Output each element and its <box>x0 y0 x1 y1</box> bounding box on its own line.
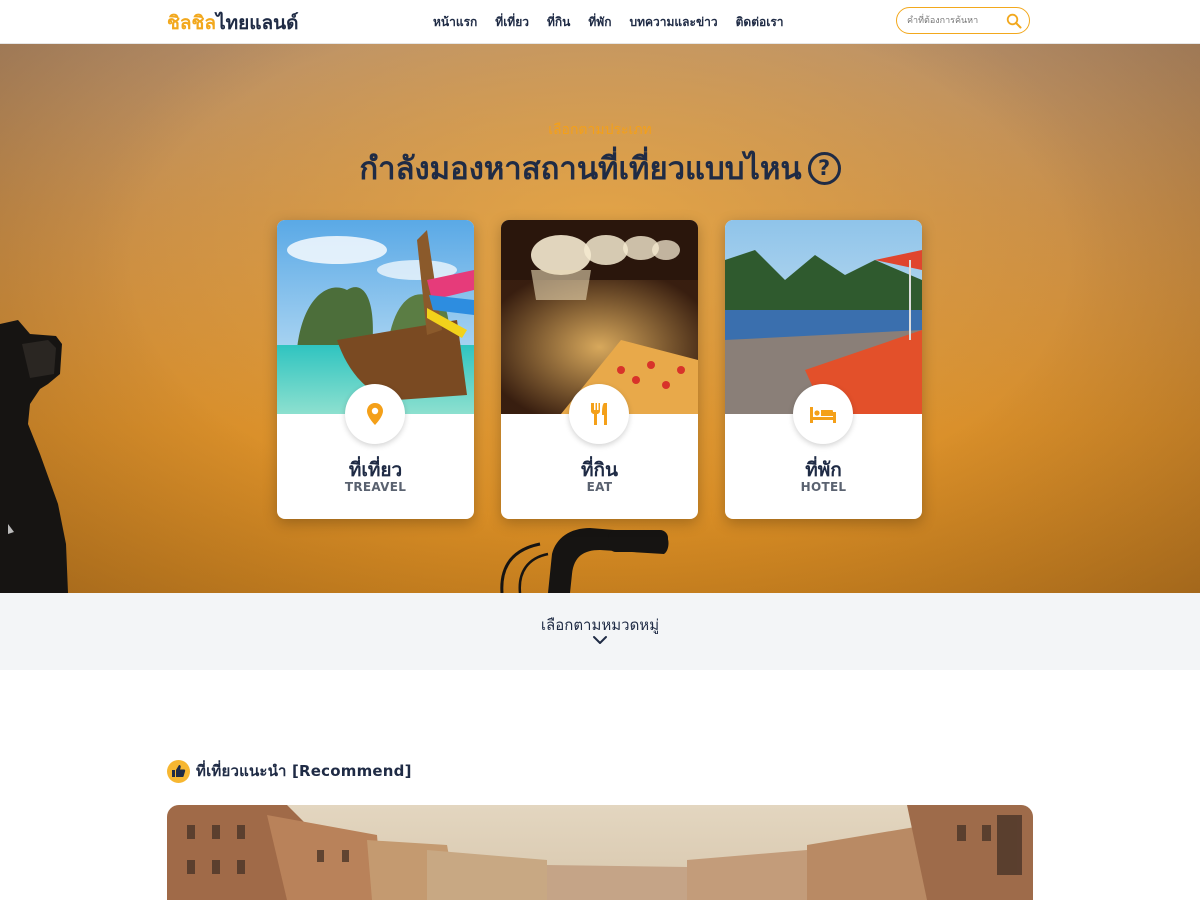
recommend-hero-image[interactable] <box>167 805 1033 900</box>
map-pin-icon <box>367 403 383 425</box>
search-icon[interactable] <box>1006 13 1022 29</box>
nav-hotel[interactable]: ที่พัก <box>588 13 611 32</box>
card-subtitle: EAT <box>586 480 613 494</box>
chevron-down-icon[interactable] <box>592 635 608 645</box>
search-input[interactable] <box>907 12 1007 30</box>
top-header: ชิลชิลไทยแลนด์ หน้าแรก ที่เที่ยว ที่กิน … <box>0 0 1200 44</box>
thumbs-up-badge <box>167 759 190 783</box>
nav-home[interactable]: หน้าแรก <box>433 13 477 32</box>
question-icon: ? <box>807 152 841 185</box>
category-strip-label[interactable]: เลือกตามหมวดหมู่ <box>0 613 1200 637</box>
recommend-title: ที่เที่ยวแนะนำ [Recommend] <box>196 762 412 780</box>
logo-part-2: ไทยแลนด์ <box>216 12 299 34</box>
nav-contact[interactable]: ติดต่อเรา <box>736 13 784 32</box>
nav-eat[interactable]: ที่กิน <box>547 13 570 32</box>
fork-knife-icon <box>591 403 607 425</box>
category-card-travel[interactable]: ที่เที่ยว TREAVEL <box>277 220 474 519</box>
site-logo[interactable]: ชิลชิลไทยแลนด์ <box>167 8 299 38</box>
travel-badge <box>345 384 405 444</box>
hero-title-text: กำลังมองหาสถานที่เที่ยวแบบไหน <box>359 151 802 187</box>
search-box <box>896 7 1030 34</box>
logo-part-1: ชิลชิล <box>167 12 217 34</box>
hero-subtitle: เลือกตามประเภท <box>548 122 652 138</box>
main-nav: หน้าแรก ที่เที่ยว ที่กิน ที่พัก บทความแล… <box>424 0 793 44</box>
venice-canal-photo <box>167 805 1033 900</box>
hotel-badge <box>793 384 853 444</box>
hero-title: กำลังมองหาสถานที่เที่ยวแบบไหน? <box>0 143 1200 193</box>
category-card-eat[interactable]: ที่กิน EAT <box>501 220 698 519</box>
nav-articles[interactable]: บทความและข่าว <box>629 13 717 32</box>
category-card-hotel[interactable]: ที่พัก HOTEL <box>725 220 922 519</box>
card-subtitle: HOTEL <box>800 480 847 494</box>
card-subtitle: TREAVEL <box>344 480 407 494</box>
recommend-header: ที่เที่ยวแนะนำ [Recommend] <box>167 759 412 783</box>
nav-travel[interactable]: ที่เที่ยว <box>495 13 529 32</box>
hero-section: เลือกตามประเภท กำลังมองหาสถานที่เที่ยวแบ… <box>0 44 1200 593</box>
category-strip: เลือกตามหมวดหมู่ <box>0 593 1200 670</box>
thumbs-up-icon <box>172 764 186 777</box>
bed-icon <box>810 407 836 423</box>
eat-badge <box>569 384 629 444</box>
